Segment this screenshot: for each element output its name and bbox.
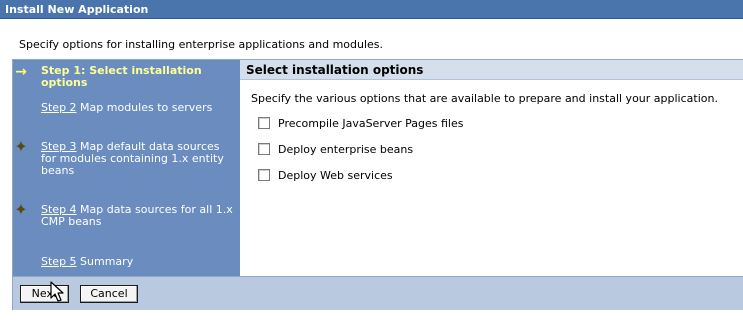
option-precompile-jsp: Precompile JavaServer Pages files [258, 116, 464, 130]
step-5-description: Summary [76, 255, 134, 268]
deploy-webservices-checkbox[interactable] [258, 169, 270, 181]
mouse-pointer-icon [50, 281, 64, 302]
deploy-ejb-label: Deploy enterprise beans [278, 142, 414, 156]
content-panel: Select installation options Specify the … [240, 60, 743, 276]
intro-text: Specify options for installing enterpris… [19, 38, 384, 51]
star-icon: ✦ [14, 200, 28, 219]
cancel-button[interactable]: Cancel [80, 285, 138, 303]
step-5: Step 5 Summary [41, 256, 237, 268]
option-deploy-webservices: Deploy Web services [258, 168, 393, 182]
precompile-jsp-label: Precompile JavaServer Pages files [278, 116, 464, 130]
step-5-link[interactable]: Step 5 [41, 255, 77, 268]
step-2-description: Map modules to servers [76, 101, 213, 114]
step-2: Step 2 Map modules to servers [41, 102, 237, 114]
option-deploy-ejb: Deploy enterprise beans [258, 142, 413, 156]
button-bar: Next Cancel [13, 276, 743, 310]
content-header: Select installation options [240, 60, 743, 80]
window-title: Install New Application [0, 0, 743, 19]
step-4: Step 4 Map data sources for all 1.x CMP … [41, 204, 237, 228]
step-navigation: → Step 1: Select installation options St… [13, 60, 240, 276]
star-icon: ✦ [14, 137, 28, 156]
step-1-current: Step 1: Select installation options [41, 65, 237, 89]
step-2-link[interactable]: Step 2 [41, 101, 77, 114]
deploy-webservices-label: Deploy Web services [278, 168, 393, 182]
content-description: Specify the various options that are ava… [251, 92, 718, 105]
precompile-jsp-checkbox[interactable] [258, 117, 270, 129]
step-1-label: Step 1: Select installation options [41, 64, 202, 89]
step-3: Step 3 Map default data sources for modu… [41, 141, 237, 177]
deploy-ejb-checkbox[interactable] [258, 143, 270, 155]
arrow-icon: → [15, 64, 27, 80]
wizard-panel: → Step 1: Select installation options St… [12, 59, 743, 310]
install-wizard-window: Install New Application Specify options … [0, 0, 743, 323]
